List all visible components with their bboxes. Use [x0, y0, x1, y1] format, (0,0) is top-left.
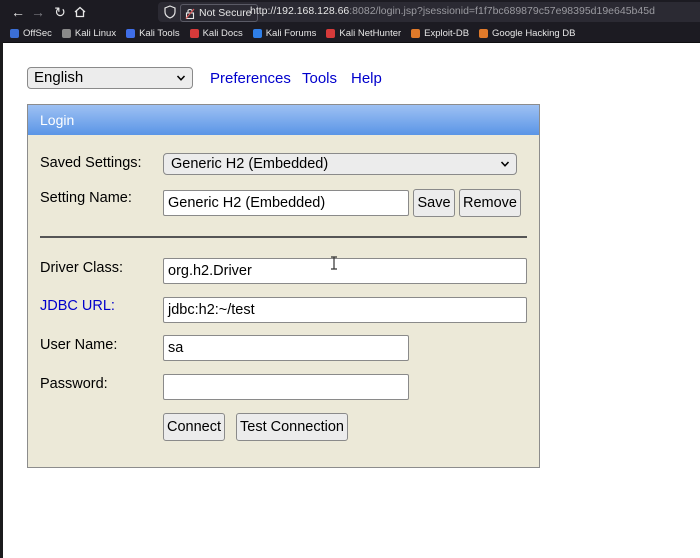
bookmark-item[interactable]: Kali Linux — [61, 27, 117, 39]
shield-icon[interactable] — [164, 5, 176, 19]
bookmarks-bar: OffSec Kali Linux Kali Tools Kali Docs Kali … — [0, 24, 700, 43]
driver-class-input[interactable]: org.h2.Driver — [163, 258, 527, 284]
login-panel: Login Saved Settings: Generic H2 (Embedd… — [27, 104, 540, 468]
home-icon[interactable] — [70, 2, 90, 22]
back-arrow-icon[interactable]: ← — [8, 2, 28, 22]
connect-button[interactable]: Connect — [163, 413, 225, 441]
bookmark-favicon-icon — [189, 28, 199, 38]
bookmark-favicon-icon — [326, 28, 336, 38]
bookmark-favicon-icon — [411, 28, 421, 38]
save-button[interactable]: Save — [413, 189, 455, 217]
user-name-input[interactable]: sa — [163, 335, 409, 361]
language-select[interactable]: English — [27, 67, 193, 89]
jdbc-url-input[interactable]: jdbc:h2:~/test — [163, 297, 527, 323]
broken-lock-icon — [185, 8, 195, 19]
browser-toolbar: ← → ↻ Not Secure http://192.168.128.66:8… — [0, 0, 700, 24]
bookmark-label: Exploit-DB — [424, 27, 470, 39]
setting-name-label: Setting Name: — [40, 190, 132, 206]
bookmark-label: Kali Linux — [74, 27, 117, 39]
bookmark-item[interactable]: Kali Docs — [189, 27, 243, 39]
url-text[interactable]: http://192.168.128.66:8082/login.jsp?jse… — [250, 5, 655, 17]
jdbc-url-link[interactable]: JDBC URL: — [40, 298, 115, 314]
bookmark-label: Google Hacking DB — [492, 27, 576, 39]
bookmark-favicon-icon — [126, 28, 136, 38]
bookmark-label: Kali Tools — [139, 27, 180, 39]
bookmark-favicon-icon — [479, 28, 489, 38]
login-panel-header: Login — [28, 105, 539, 135]
reload-icon[interactable]: ↻ — [50, 2, 70, 22]
chevron-down-icon — [500, 161, 510, 167]
divider — [40, 236, 527, 238]
chevron-down-icon — [176, 75, 186, 81]
bookmark-item[interactable]: Kali NetHunter — [326, 28, 401, 39]
bookmark-label: Kali NetHunter — [339, 27, 402, 39]
window-edge — [0, 42, 3, 558]
bookmark-label: Kali Forums — [265, 27, 317, 39]
password-label: Password: — [40, 376, 108, 392]
password-input[interactable] — [163, 374, 409, 400]
language-select-value: English — [34, 69, 84, 86]
tools-link[interactable]: Tools — [302, 70, 337, 87]
bookmark-label: Kali Docs — [202, 27, 243, 39]
not-secure-label: Not Secure — [199, 7, 252, 19]
saved-settings-select[interactable]: Generic H2 (Embedded) — [163, 153, 517, 175]
bookmark-favicon-icon — [61, 28, 71, 38]
driver-class-label: Driver Class: — [40, 260, 123, 276]
bookmark-label: OffSec — [23, 27, 52, 39]
bookmark-item[interactable]: Google Hacking DB — [479, 28, 575, 39]
bookmark-item[interactable]: Kali Forums — [252, 27, 317, 39]
text-cursor-icon — [331, 256, 337, 270]
test-connection-button[interactable]: Test Connection — [236, 413, 348, 441]
address-bar[interactable]: Not Secure http://192.168.128.66:8082/lo… — [158, 2, 700, 22]
setting-name-input[interactable]: Generic H2 (Embedded) — [163, 190, 409, 216]
bookmark-favicon-icon — [252, 28, 262, 38]
bookmark-item[interactable]: OffSec — [10, 28, 52, 39]
preferences-link[interactable]: Preferences — [210, 70, 291, 87]
not-secure-badge[interactable]: Not Secure — [180, 4, 258, 22]
saved-settings-value: Generic H2 (Embedded) — [171, 156, 329, 172]
bookmark-favicon-icon — [10, 28, 19, 38]
saved-settings-label: Saved Settings: — [40, 155, 142, 171]
forward-arrow-icon[interactable]: → — [28, 2, 48, 22]
help-link[interactable]: Help — [351, 70, 382, 87]
remove-button[interactable]: Remove — [459, 189, 521, 217]
user-name-label: User Name: — [40, 337, 118, 353]
bookmark-item[interactable]: Exploit-DB — [411, 28, 469, 39]
bookmark-item[interactable]: Kali Tools — [126, 28, 180, 39]
